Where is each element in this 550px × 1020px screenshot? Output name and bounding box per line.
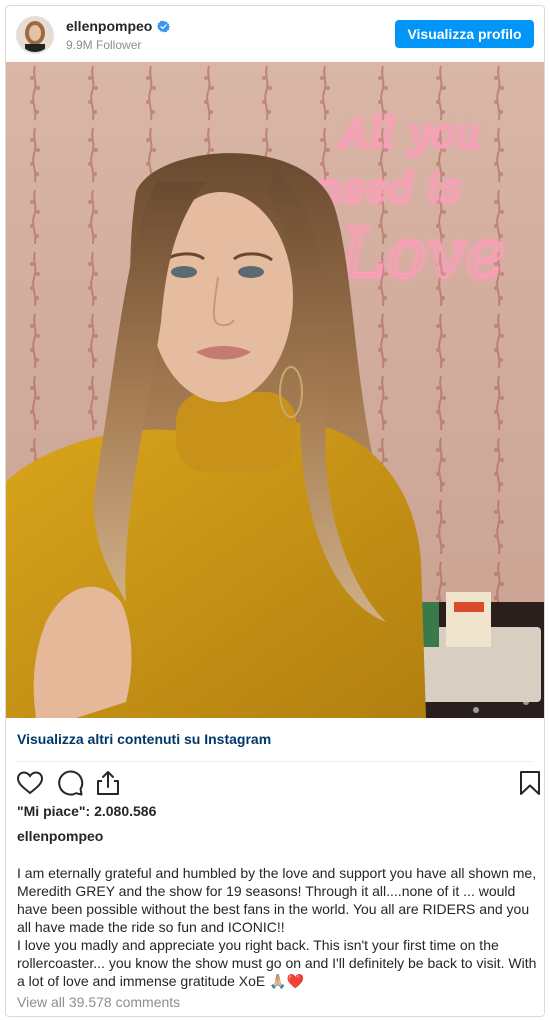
share-icon[interactable] [94,769,122,797]
username-row: ellenpompeo [66,18,171,34]
view-all-comments-link[interactable]: View all 39.578 comments [17,994,180,1010]
like-count[interactable]: "Mi piace": 2.080.586 [17,803,156,819]
svg-text:need is: need is [316,166,461,212]
follower-count: 9.9M Follower [66,38,142,52]
avatar[interactable] [16,16,54,54]
heart-icon[interactable] [16,769,44,797]
view-profile-button[interactable]: Visualizza profilo [395,20,534,48]
svg-text:All you: All you [337,111,481,157]
username[interactable]: ellenpompeo [66,18,152,34]
view-more-on-instagram-link[interactable]: Visualizza altri contenuti su Instagram [17,731,271,747]
comment-icon[interactable] [56,769,84,797]
caption-paragraph: I love you madly and appreciate you righ… [17,937,537,989]
caption-paragraph: I am eternally grateful and humbled by t… [17,865,537,935]
caption-username[interactable]: ellenpompeo [17,828,103,844]
action-bar [16,769,540,799]
bookmark-icon[interactable] [516,769,544,797]
post-photo[interactable]: All you need is Love [6,62,544,718]
post-header: ellenpompeo 9.9M Follower Visualizza pro… [6,6,544,62]
svg-text:Love: Love [339,215,506,294]
divider [17,761,533,762]
verified-badge-icon [157,20,171,32]
instagram-embed-card: ellenpompeo 9.9M Follower Visualizza pro… [5,5,545,1017]
post-caption: I am eternally grateful and humbled by t… [17,864,537,990]
